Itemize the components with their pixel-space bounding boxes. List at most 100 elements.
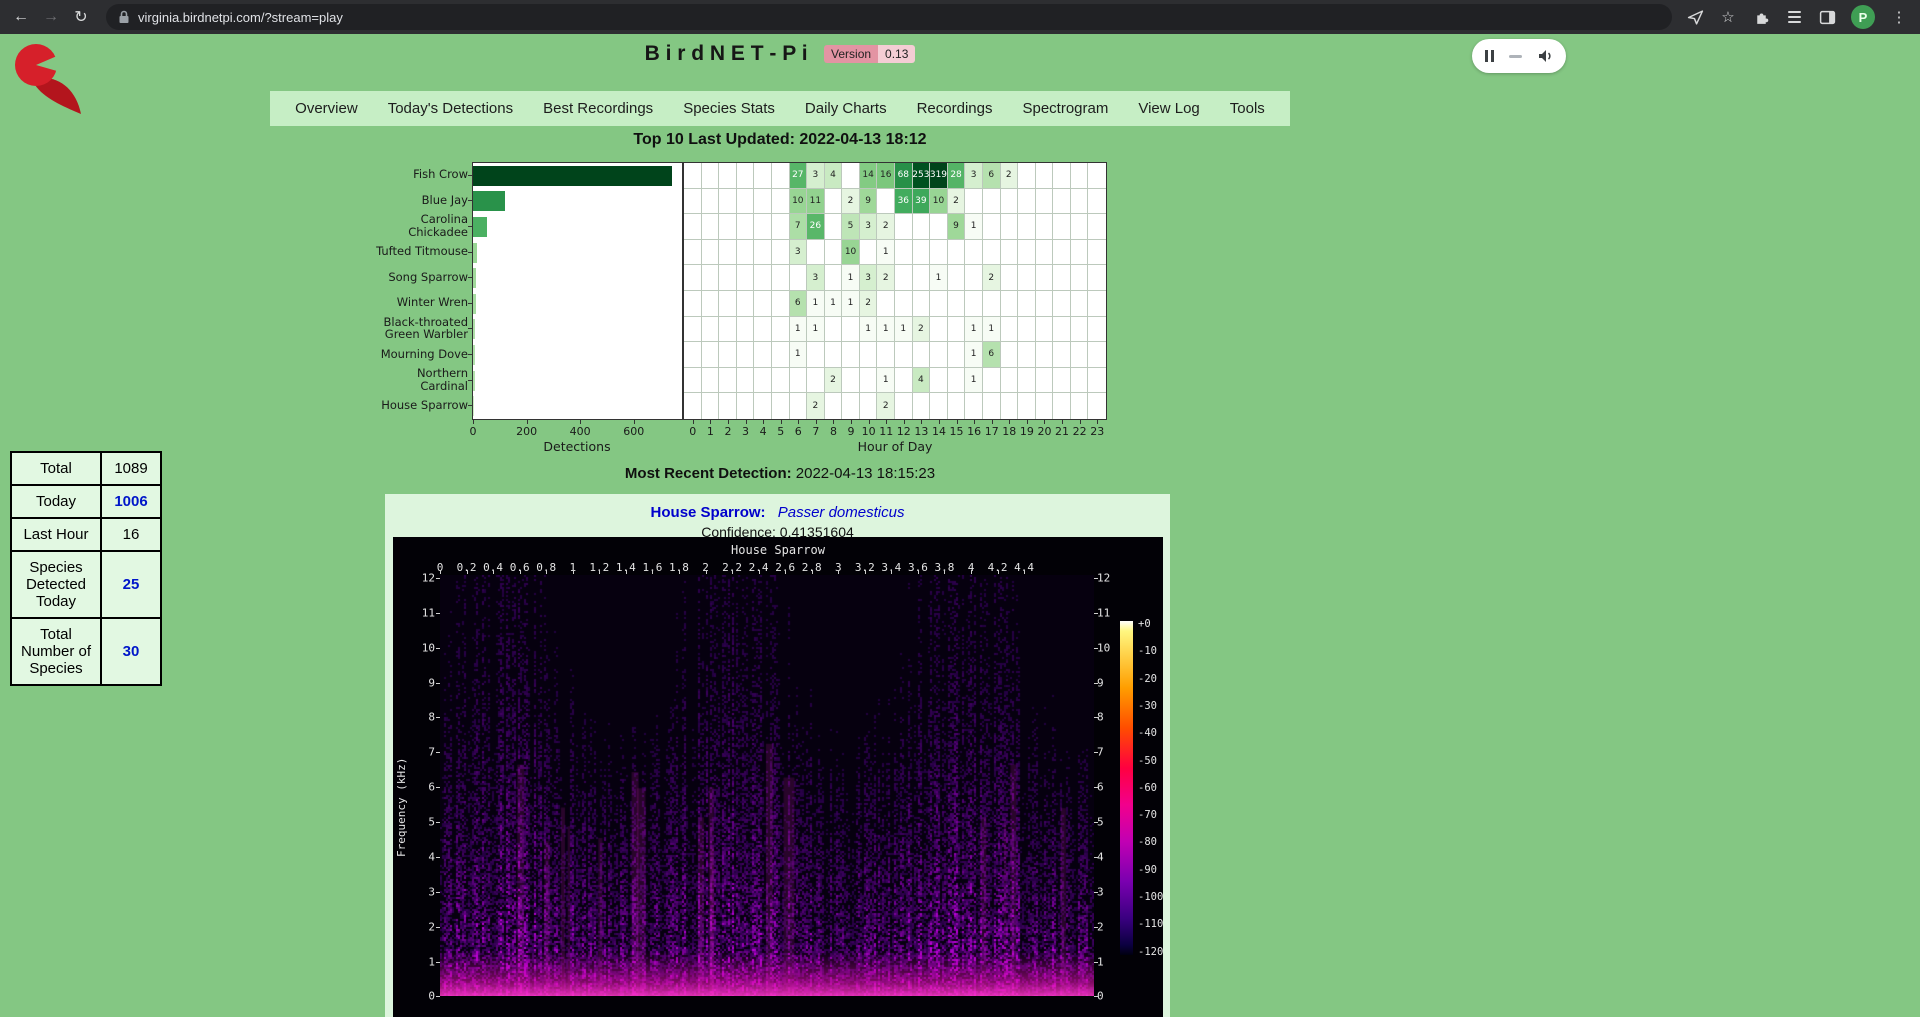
heatmap-cell bbox=[895, 265, 913, 291]
nav-item-best-recordings[interactable]: Best Recordings bbox=[528, 100, 668, 117]
heatmap-cell: 28 bbox=[948, 163, 966, 189]
legend-db-tick: -50 bbox=[1138, 755, 1157, 767]
heatmap-cell bbox=[737, 214, 755, 240]
heatmap-cell: 1 bbox=[895, 317, 913, 343]
nav-item-tools[interactable]: Tools bbox=[1215, 100, 1280, 117]
spectro-freq-tick-mark bbox=[436, 683, 440, 684]
heatmap-cell bbox=[772, 368, 790, 394]
heatmap-cell bbox=[1088, 240, 1106, 266]
reload-button[interactable]: ↻ bbox=[68, 4, 94, 30]
y-tick-mark bbox=[468, 405, 473, 406]
heatmap-cell: 1 bbox=[807, 291, 825, 317]
spectro-freq-tick: 10 bbox=[407, 641, 435, 654]
heatmap-cell bbox=[983, 240, 1001, 266]
heatmap-cell bbox=[930, 214, 948, 240]
hour-tick-label: 1 bbox=[707, 425, 714, 438]
nav-item-daily-charts[interactable]: Daily Charts bbox=[790, 100, 902, 117]
heatmap-cell bbox=[1036, 163, 1054, 189]
heatmap-cell bbox=[1071, 240, 1089, 266]
side-panel-icon[interactable] bbox=[1818, 8, 1836, 26]
heatmap-cell: 2 bbox=[877, 393, 895, 419]
spectro-freq-tick-mark bbox=[1094, 613, 1098, 614]
bookmark-star-icon[interactable]: ☆ bbox=[1719, 8, 1737, 26]
back-button[interactable]: ← bbox=[8, 4, 34, 30]
heatmap-cell bbox=[1001, 214, 1019, 240]
heatmap-cell bbox=[684, 265, 702, 291]
nav-item-view-log[interactable]: View Log bbox=[1123, 100, 1214, 117]
nav-item-species-stats[interactable]: Species Stats bbox=[668, 100, 790, 117]
heatmap-cell bbox=[790, 265, 808, 291]
heatmap-cell bbox=[1036, 317, 1054, 343]
heatmap-cell bbox=[702, 291, 720, 317]
heatmap-cell bbox=[930, 317, 948, 343]
spectro-freq-tick-mark bbox=[1094, 648, 1098, 649]
heatmap-cell: 2 bbox=[983, 265, 1001, 291]
legend-db-tick: +0 bbox=[1138, 618, 1151, 630]
heatmap-cell bbox=[702, 240, 720, 266]
heatmap-cell bbox=[790, 368, 808, 394]
hour-tick-mark bbox=[1062, 420, 1063, 424]
hour-tick-label: 15 bbox=[950, 425, 964, 438]
heatmap-cell bbox=[842, 163, 860, 189]
hour-tick-mark bbox=[886, 420, 887, 424]
menu-kebab-icon[interactable]: ⋮ bbox=[1890, 8, 1908, 26]
heatmap-cell bbox=[860, 393, 878, 419]
heatmap-cell: 3 bbox=[807, 163, 825, 189]
species-scientific-name[interactable]: Passer domesticus bbox=[778, 504, 905, 521]
heatmap-cell bbox=[1018, 342, 1036, 368]
nav-item-overview[interactable]: Overview bbox=[280, 100, 373, 117]
heatmap-cell bbox=[1088, 317, 1106, 343]
stat-value[interactable]: 1006 bbox=[101, 485, 161, 518]
stat-value[interactable]: 30 bbox=[101, 618, 161, 685]
stat-label: Last Hour bbox=[11, 518, 101, 551]
heatmap-cell: 1 bbox=[877, 368, 895, 394]
hour-of-day-heatmap: 2734141668253319283621011293639102726532… bbox=[683, 162, 1107, 420]
heatmap-cell bbox=[983, 368, 1001, 394]
species-common-name-link[interactable]: House Sparrow: bbox=[651, 504, 766, 521]
heatmap-cell bbox=[948, 342, 966, 368]
spectro-freq-tick-mark bbox=[1094, 717, 1098, 718]
heatmap-cell bbox=[737, 163, 755, 189]
heatmap-cell bbox=[1053, 342, 1071, 368]
hour-tick-mark bbox=[992, 420, 993, 424]
heatmap-cell: 1 bbox=[825, 291, 843, 317]
spectro-freq-tick: 12 bbox=[1097, 572, 1110, 585]
heatmap-cell bbox=[772, 317, 790, 343]
heatmap-cell: 26 bbox=[807, 214, 825, 240]
hour-tick-label: 7 bbox=[812, 425, 819, 438]
heatmap-cell bbox=[913, 214, 931, 240]
heatmap-cell: 3 bbox=[860, 214, 878, 240]
heatmap-cell: 1 bbox=[877, 240, 895, 266]
hour-tick-mark bbox=[1009, 420, 1010, 424]
nav-item-recordings[interactable]: Recordings bbox=[902, 100, 1008, 117]
heatmap-cell: 2 bbox=[807, 393, 825, 419]
y-tick-mark bbox=[468, 354, 473, 355]
hour-tick-mark bbox=[1097, 420, 1098, 424]
hour-tick-label: 8 bbox=[830, 425, 837, 438]
hour-tick-mark bbox=[816, 420, 817, 424]
heatmap-cell bbox=[1053, 240, 1071, 266]
heatmap-cell: 10 bbox=[790, 189, 808, 215]
spectro-freq-tick: 6 bbox=[407, 781, 435, 794]
send-icon[interactable] bbox=[1686, 8, 1704, 26]
hour-tick-mark bbox=[974, 420, 975, 424]
legend-db-tick: -80 bbox=[1138, 836, 1157, 848]
reading-list-icon[interactable] bbox=[1785, 8, 1803, 26]
stat-value[interactable]: 25 bbox=[101, 551, 161, 618]
heatmap-cell bbox=[737, 189, 755, 215]
hour-tick-mark bbox=[939, 420, 940, 424]
profile-avatar-button[interactable]: P bbox=[1851, 5, 1875, 29]
nav-item-today-s-detections[interactable]: Today's Detections bbox=[373, 100, 528, 117]
nav-item-spectrogram[interactable]: Spectrogram bbox=[1007, 100, 1123, 117]
browser-toolbar: ← → ↻ virginia.birdnetpi.com/?stream=pla… bbox=[0, 0, 1920, 34]
heatmap-cell bbox=[1018, 214, 1036, 240]
spectrogram: House Sparrow Frequency (kHz) 00.20.40.6… bbox=[393, 537, 1163, 1017]
forward-button[interactable]: → bbox=[38, 4, 64, 30]
extensions-puzzle-icon[interactable] bbox=[1752, 8, 1770, 26]
bar-house-sparrow bbox=[473, 396, 474, 416]
heatmap-cell: 27 bbox=[790, 163, 808, 189]
heatmap-cell bbox=[1053, 189, 1071, 215]
address-bar[interactable]: virginia.birdnetpi.com/?stream=play bbox=[106, 4, 1672, 30]
url-text[interactable]: virginia.birdnetpi.com/?stream=play bbox=[138, 10, 343, 25]
heatmap-cell bbox=[842, 368, 860, 394]
